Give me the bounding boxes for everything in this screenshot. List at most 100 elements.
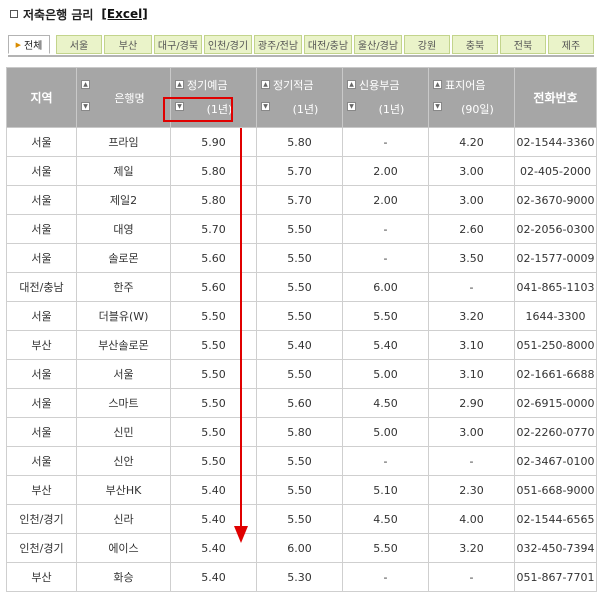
tab-ulsan-gyeongnam[interactable]: 울산/경남 [354, 35, 402, 54]
tab-chungbuk[interactable]: 충북 [452, 35, 498, 54]
cell-installment: 5.50 [256, 446, 343, 476]
sort-asc-icon[interactable]: ▲ [261, 80, 270, 89]
cell-deposit: 5.40 [170, 562, 257, 592]
sort-desc-icon[interactable]: ▼ [433, 102, 442, 111]
sort-asc-icon[interactable]: ▲ [175, 80, 184, 89]
tab-incheon-gyeonggi[interactable]: 인천/경기 [204, 35, 252, 54]
cell-deposit: 5.50 [170, 388, 257, 418]
cell-installment: 5.50 [256, 359, 343, 389]
cell-note: 3.50 [428, 243, 515, 273]
cell-phone: 051-668-9000 [514, 475, 597, 505]
cell-region: 서울 [6, 185, 77, 215]
tab-daegu-gyeongbuk[interactable]: 대구/경북 [154, 35, 202, 54]
cell-bank: 신라 [76, 504, 171, 534]
tab-all[interactable]: ▶ 전체 [8, 35, 50, 54]
cell-credit: 2.00 [342, 185, 429, 215]
cell-note: 3.00 [428, 156, 515, 186]
cell-region: 서울 [6, 156, 77, 186]
table-row: 서울 제일2 5.80 5.70 2.00 3.00 02-3670-9000 [6, 185, 597, 215]
sort-asc-icon[interactable]: ▲ [81, 80, 90, 89]
cell-region: 서울 [6, 301, 77, 331]
cell-note: 3.20 [428, 301, 515, 331]
cell-installment: 5.50 [256, 272, 343, 302]
savings-bank-rate-table: 지역 ▲ ▼ 은행명 ▲ 정기예금 ▼ (1년) ▲ 정기적금 ▼ (1년) ▲… [6, 67, 597, 592]
tab-gwangju-jeonnam[interactable]: 광주/전남 [254, 35, 302, 54]
header-note-label: 표지어음 [445, 79, 486, 92]
cell-credit: 5.00 [342, 417, 429, 447]
cell-deposit: 5.50 [170, 417, 257, 447]
table-row: 서울 대영 5.70 5.50-2.60 02-2056-0300 [6, 214, 597, 244]
cell-phone: 051-250-8000 [514, 330, 597, 360]
table-row: 서울 스마트 5.50 5.60 4.50 2.90 02-6915-0000 [6, 388, 597, 418]
cell-phone: 02-2056-0300 [514, 214, 597, 244]
header-note: ▲ 표지어음 ▼ (90일) [428, 67, 515, 128]
table-row: 서울 신민 5.50 5.80 5.00 3.00 02-2260-0770 [6, 417, 597, 447]
cell-installment: 5.80 [256, 417, 343, 447]
cell-deposit: 5.50 [170, 301, 257, 331]
arrow-down-icon [234, 526, 248, 543]
cell-installment: 5.50 [256, 504, 343, 534]
table-row: 부산 부산솔로몬 5.50 5.40 5.40 3.10 051-250-8000 [6, 330, 597, 360]
cell-installment: 5.50 [256, 214, 343, 244]
header-credit: ▲ 신용부금 ▼ (1년) [342, 67, 429, 128]
cell-region: 서울 [6, 127, 77, 157]
header-region: 지역 [6, 67, 77, 128]
cell-note: 3.10 [428, 330, 515, 360]
cell-installment: 6.00 [256, 533, 343, 563]
cell-deposit: 5.50 [170, 359, 257, 389]
tab-jeju[interactable]: 제주 [548, 35, 594, 54]
cell-bank: 신안 [76, 446, 171, 476]
table-row: 대전/충남 한주 5.60 5.50 6.00-041-865-1103 [6, 272, 597, 302]
cell-bank: 제일 [76, 156, 171, 186]
table-body: 서울 프라임 5.90 5.80-4.20 02-1544-3360 서울 제일 5.80 5.… [6, 127, 597, 592]
cell-region: 부산 [6, 562, 77, 592]
tab-daejeon-chungnam[interactable]: 대전/충남 [304, 35, 352, 54]
cell-bank: 솔로몬 [76, 243, 171, 273]
cell-region: 서울 [6, 243, 77, 273]
header-bank-label: 은행명 [114, 92, 145, 105]
cell-deposit: 5.80 [170, 185, 257, 215]
cell-credit: - [342, 446, 429, 476]
table-row: 서울 제일 5.80 5.70 2.00 3.00 02-405-2000 [6, 156, 597, 186]
header-installment-label: 정기적금 [273, 79, 314, 92]
cell-region: 서울 [6, 388, 77, 418]
page-header: 저축은행 금리 [Excel] [10, 4, 148, 24]
header-installment-term: (1년) [292, 103, 319, 116]
cell-deposit: 5.80 [170, 156, 257, 186]
cell-note: - [428, 272, 515, 302]
tab-jeonbuk[interactable]: 전북 [500, 35, 546, 54]
sort-desc-icon[interactable]: ▼ [261, 102, 270, 111]
header-credit-label: 신용부금 [359, 79, 400, 92]
cell-note: 4.00 [428, 504, 515, 534]
table-row: 서울 신안 5.50 5.50- -02-3467-0100 [6, 446, 597, 476]
cell-phone: 1644-3300 [514, 301, 597, 331]
cell-phone: 02-1661-6688 [514, 359, 597, 389]
cell-region: 서울 [6, 446, 77, 476]
cell-credit: - [342, 243, 429, 273]
header-note-term: (90일) [461, 103, 494, 116]
cell-credit: 6.00 [342, 272, 429, 302]
triangle-right-icon: ▶ [15, 40, 21, 49]
cell-phone: 02-3467-0100 [514, 446, 597, 476]
cell-region: 서울 [6, 417, 77, 447]
cell-region: 인천/경기 [6, 504, 77, 534]
annotation-arrow-line [240, 128, 242, 532]
tab-seoul[interactable]: 서울 [56, 35, 102, 54]
header-credit-term: (1년) [378, 103, 405, 116]
excel-download-link[interactable]: [Excel] [101, 7, 147, 21]
sort-desc-icon[interactable]: ▼ [347, 102, 356, 111]
sort-asc-icon[interactable]: ▲ [433, 80, 442, 89]
cell-bank: 프라임 [76, 127, 171, 157]
table-row: 서울 프라임 5.90 5.80-4.20 02-1544-3360 [6, 127, 597, 157]
cell-region: 부산 [6, 330, 77, 360]
cell-bank: 부산솔로몬 [76, 330, 171, 360]
cell-bank: 화승 [76, 562, 171, 592]
sort-desc-icon[interactable]: ▼ [81, 102, 90, 111]
tab-gangwon[interactable]: 강원 [404, 35, 450, 54]
sort-asc-icon[interactable]: ▲ [347, 80, 356, 89]
tab-busan[interactable]: 부산 [104, 35, 152, 54]
cell-region: 대전/충남 [6, 272, 77, 302]
cell-credit: 5.50 [342, 301, 429, 331]
header-phone: 전화번호 [514, 67, 597, 128]
table-row: 부산 화승 5.40 5.30- -051-867-7701 [6, 562, 597, 592]
